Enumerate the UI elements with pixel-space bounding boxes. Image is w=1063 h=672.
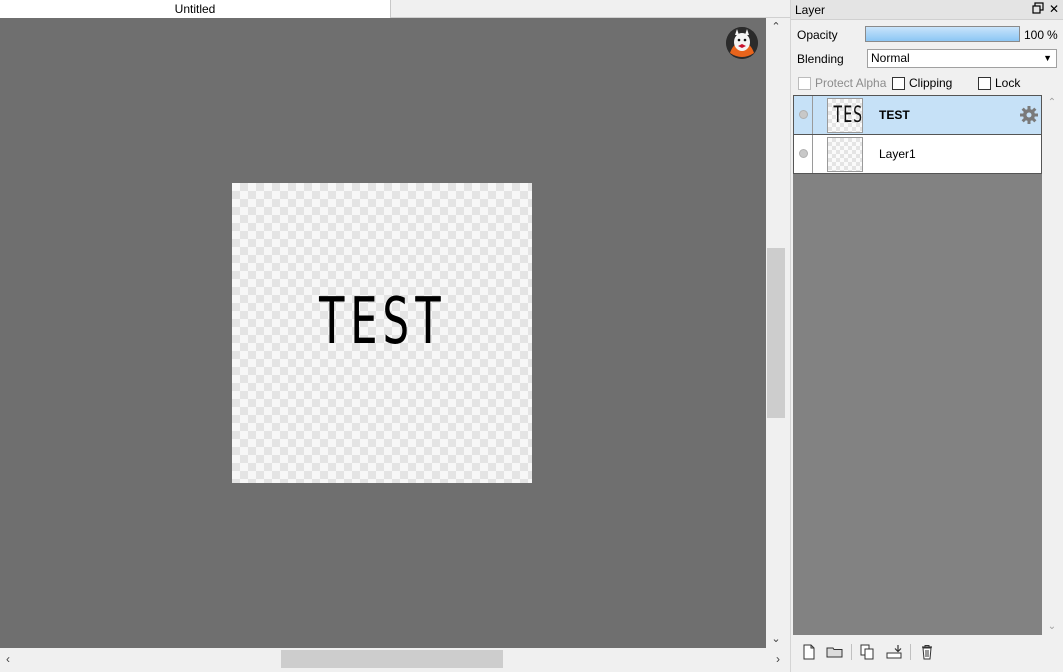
blending-label: Blending: [797, 52, 844, 66]
float-panel-icon[interactable]: [1031, 2, 1045, 16]
scroll-right-icon[interactable]: ›: [770, 648, 786, 672]
layer-visibility-toggle[interactable]: [794, 96, 813, 134]
canvas-workspace[interactable]: TEST: [0, 18, 766, 648]
blending-mode-select[interactable]: Normal ▼: [867, 49, 1057, 68]
opacity-slider-fill: [866, 27, 1019, 41]
canvas-horizontal-scrollbar[interactable]: ‹ ›: [0, 648, 786, 672]
layer-row-layer1[interactable]: Layer1: [793, 134, 1042, 174]
opacity-label: Opacity: [797, 28, 838, 42]
toolbar-divider: [910, 644, 911, 660]
toolbar-divider: [851, 644, 852, 660]
opacity-unit: %: [1047, 28, 1058, 42]
horizontal-scroll-thumb[interactable]: [281, 650, 503, 668]
canvas-vertical-scrollbar[interactable]: ⌃ ⌄: [766, 18, 786, 648]
chevron-down-icon: ▼: [1043, 53, 1052, 63]
layer-list[interactable]: TEST TEST: [793, 95, 1042, 635]
drawing-canvas[interactable]: TEST: [232, 183, 532, 483]
layer-toolbar: [791, 640, 1063, 664]
panel-title: Layer: [795, 3, 826, 17]
clipping-label: Clipping: [909, 76, 953, 90]
visibility-dot-icon: [799, 149, 808, 158]
layer-panel: Layer ✕ Opacity 100 % Blending Normal ▼ …: [790, 0, 1063, 672]
vertical-scroll-thumb[interactable]: [767, 248, 785, 418]
close-icon[interactable]: ✕: [1047, 2, 1061, 16]
layer-visibility-toggle[interactable]: [794, 135, 813, 173]
opacity-value: 100: [1024, 28, 1045, 42]
protect-alpha-label: Protect Alpha: [815, 76, 887, 90]
lock-box[interactable]: [978, 77, 991, 90]
blending-mode-value: Normal: [871, 51, 910, 65]
new-layer-icon[interactable]: [799, 642, 819, 662]
scroll-up-icon[interactable]: ⌃: [766, 18, 786, 36]
document-tab-bar: Untitled: [0, 0, 790, 18]
layer-name[interactable]: TEST: [879, 96, 910, 134]
layer-thumbnail-text: TEST: [833, 103, 863, 128]
layer-thumbnail: [827, 137, 863, 172]
visibility-dot-icon: [799, 110, 808, 119]
duplicate-layer-icon[interactable]: [857, 642, 877, 662]
layer-row-test[interactable]: TEST TEST: [793, 95, 1042, 135]
canvas-text: TEST: [317, 285, 447, 359]
document-tab[interactable]: Untitled: [0, 0, 391, 18]
merge-down-icon[interactable]: [884, 642, 904, 662]
protect-alpha-box[interactable]: [798, 77, 811, 90]
scroll-down-icon[interactable]: ⌄: [1043, 619, 1061, 635]
mascot-icon: [726, 27, 758, 59]
lock-label: Lock: [995, 76, 1021, 90]
layer-panel-header: Layer ✕: [791, 0, 1063, 20]
layer-list-scrollbar[interactable]: ⌃ ⌄: [1043, 95, 1061, 635]
layer-name[interactable]: Layer1: [879, 135, 916, 173]
new-folder-icon[interactable]: [825, 642, 845, 662]
scroll-up-icon[interactable]: ⌃: [1043, 95, 1061, 111]
scroll-left-icon[interactable]: ‹: [0, 648, 16, 672]
opacity-slider[interactable]: [865, 26, 1020, 42]
delete-layer-icon[interactable]: [917, 642, 937, 662]
layer-thumbnail: TEST: [827, 98, 863, 133]
scroll-down-icon[interactable]: ⌄: [766, 630, 786, 648]
app-window: Untitled TEST ⌃ ⌄ ‹ › Layer ✕ Opacity 10…: [0, 0, 1063, 672]
clipping-box[interactable]: [892, 77, 905, 90]
gear-icon[interactable]: [1019, 105, 1039, 125]
